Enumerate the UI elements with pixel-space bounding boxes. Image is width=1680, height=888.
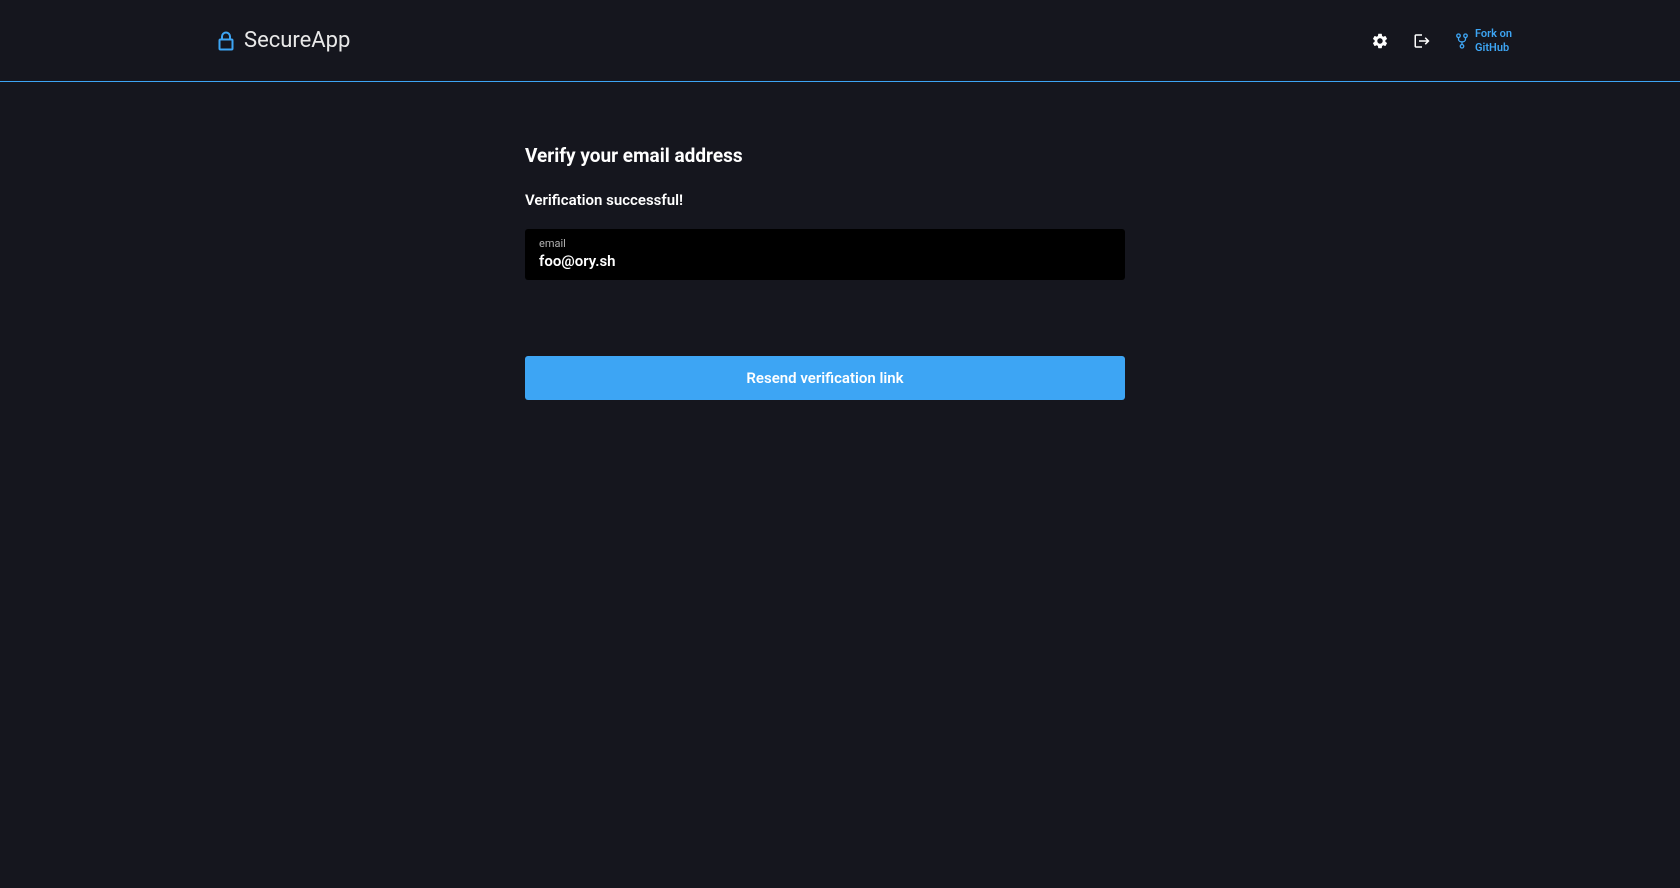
email-input-group: email — [525, 229, 1125, 280]
email-field[interactable] — [539, 252, 1111, 270]
header-actions: Fork on GitHub — [1371, 27, 1525, 53]
fork-icon — [1455, 33, 1469, 49]
settings-button[interactable] — [1371, 32, 1389, 50]
gear-icon — [1371, 32, 1389, 50]
resend-button[interactable]: Resend verification link — [525, 356, 1125, 400]
brand-name: SecureApp — [244, 28, 350, 53]
app-header: SecureApp — [0, 0, 1680, 82]
fork-github-label: Fork on GitHub — [1475, 27, 1525, 53]
brand[interactable]: SecureApp — [218, 28, 350, 53]
logout-icon — [1413, 32, 1431, 50]
main-content: Verify your email address Verification s… — [0, 82, 1680, 400]
verification-card: Verify your email address Verification s… — [525, 144, 1125, 400]
status-message: Verification successful! — [525, 191, 1125, 209]
lock-icon — [218, 31, 234, 51]
page-title: Verify your email address — [525, 144, 1125, 167]
email-label: email — [539, 237, 1111, 250]
fork-github-link[interactable]: Fork on GitHub — [1455, 27, 1525, 53]
logout-button[interactable] — [1413, 32, 1431, 50]
